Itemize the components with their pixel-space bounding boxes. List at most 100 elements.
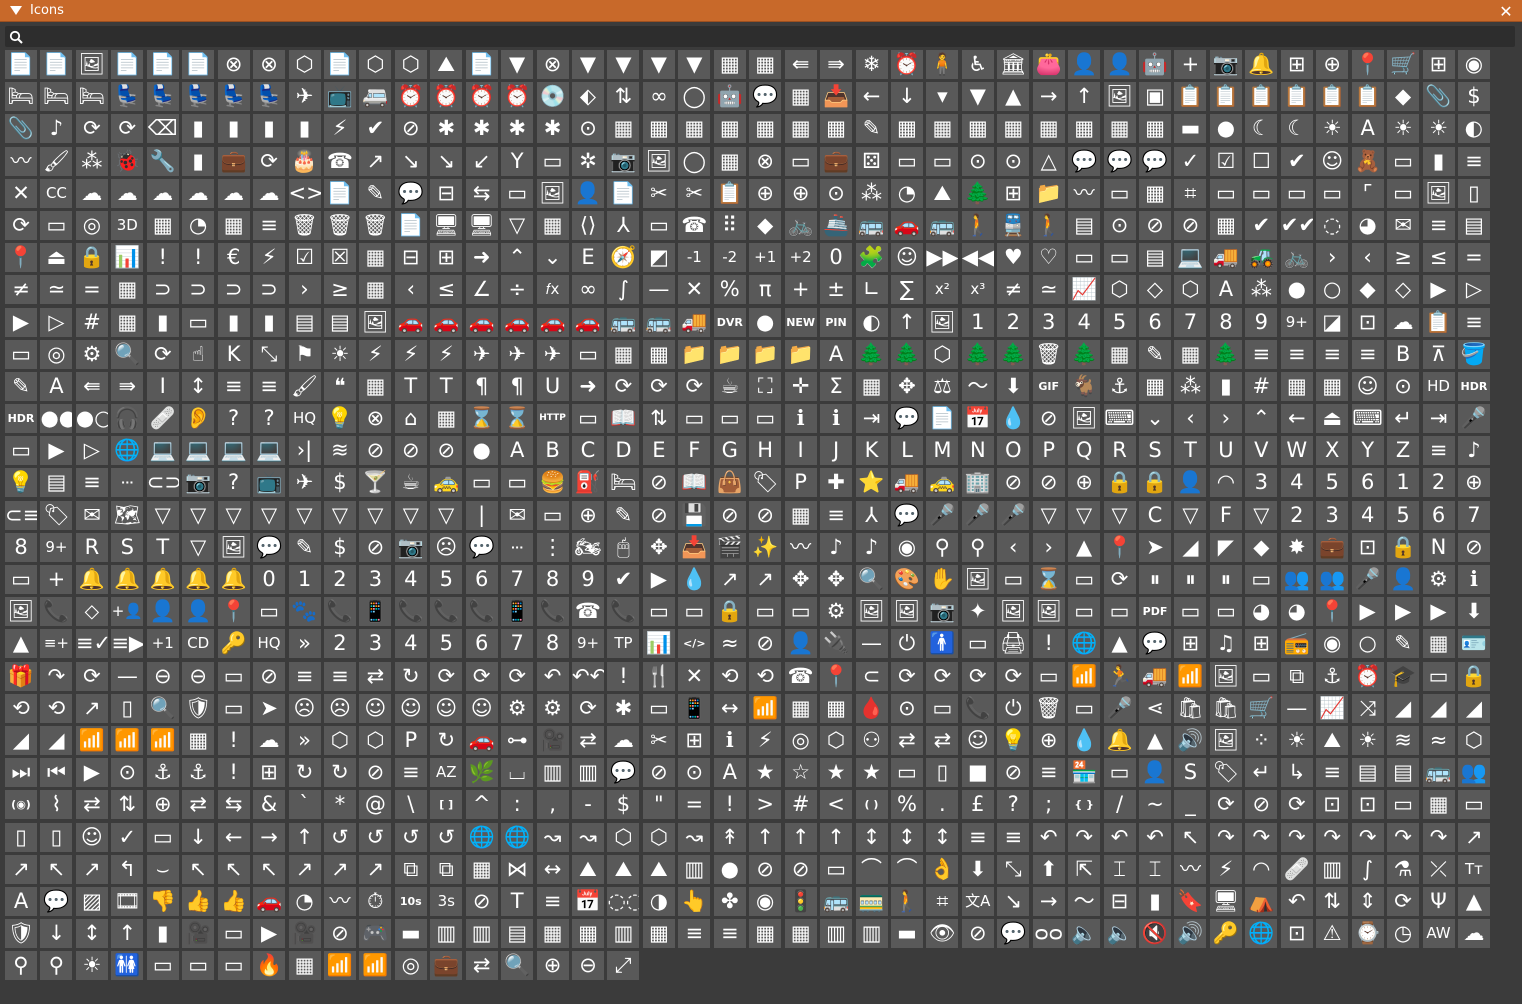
icon-cell[interactable]: 🖼: [75, 50, 108, 79]
icon-cell[interactable]: 2: [1280, 500, 1313, 530]
icon-cell[interactable]: ▼: [642, 50, 675, 79]
icon-cell[interactable]: ≋: [323, 436, 356, 466]
icon-cell[interactable]: 🍸: [359, 468, 392, 498]
icon-cell[interactable]: ☝: [182, 339, 215, 369]
icon-cell[interactable]: 🚗: [536, 307, 569, 337]
icon-cell[interactable]: ⚡: [323, 114, 356, 144]
icon-cell[interactable]: ⊘: [1245, 790, 1278, 820]
icon-cell[interactable]: →: [1032, 886, 1065, 916]
icon-cell[interactable]: ↖: [40, 854, 73, 884]
icon-cell[interactable]: ≡: [217, 371, 250, 401]
icon-cell[interactable]: ⇅: [111, 790, 144, 820]
icon-cell[interactable]: 📞: [394, 597, 427, 627]
icon-cell[interactable]: ⬡: [820, 725, 853, 755]
icon-cell[interactable]: ↻: [430, 725, 463, 755]
icon-cell[interactable]: 🏷: [749, 468, 782, 498]
icon-cell[interactable]: ◇: [1139, 275, 1171, 305]
icon-cell[interactable]: ◔: [182, 210, 215, 240]
icon-cell[interactable]: ⊙: [997, 146, 1030, 176]
icon-cell[interactable]: 📋: [1209, 82, 1242, 112]
icon-cell[interactable]: ▭: [1103, 758, 1136, 788]
icon-cell[interactable]: ▮: [217, 114, 250, 144]
icon-cell[interactable]: ⛰: [607, 854, 640, 884]
icon-cell[interactable]: ⇄: [182, 790, 215, 820]
icon-cell[interactable]: 🌲: [855, 339, 888, 369]
icon-cell[interactable]: Y: [1351, 436, 1384, 466]
icon-cell[interactable]: 🎤: [1457, 404, 1490, 434]
icon-cell[interactable]: ⇄: [359, 661, 392, 691]
icon-cell[interactable]: ⌛: [465, 404, 498, 434]
icon-cell[interactable]: ↟: [713, 822, 746, 852]
icon-cell[interactable]: 📍: [1316, 597, 1349, 627]
icon-cell[interactable]: ⏭: [5, 758, 37, 788]
icon-cell[interactable]: 👤: [784, 629, 817, 659]
icon-cell[interactable]: 💬: [890, 500, 923, 530]
icon-cell[interactable]: CC: [40, 178, 73, 208]
icon-cell[interactable]: C: [1139, 500, 1171, 530]
icon-cell[interactable]: 👤: [1174, 468, 1207, 498]
icon-cell[interactable]: ❝: [323, 371, 356, 401]
icon-cell[interactable]: 🔔: [1103, 725, 1136, 755]
icon-cell[interactable]: 🧍: [926, 50, 959, 79]
icon-cell[interactable]: ✤: [713, 886, 746, 916]
icon-cell[interactable]: 🚗: [394, 307, 427, 337]
icon-cell[interactable]: 🖥: [1209, 886, 1242, 916]
icon-cell[interactable]: !: [1032, 629, 1065, 659]
icon-cell[interactable]: ▥: [1316, 854, 1349, 884]
icon-cell[interactable]: 🖼: [890, 597, 923, 627]
icon-cell[interactable]: ◤: [1209, 532, 1242, 562]
icon-cell[interactable]: 🌲: [1209, 339, 1242, 369]
icon-cell[interactable]: ◉: [749, 886, 782, 916]
icon-cell[interactable]: 🛡: [5, 919, 37, 949]
icon-cell[interactable]: ☀: [75, 951, 108, 981]
icon-cell[interactable]: ↝: [536, 822, 569, 852]
icon-cell[interactable]: ☁: [111, 178, 144, 208]
icon-cell[interactable]: 🔒: [1103, 468, 1136, 498]
icon-cell[interactable]: ⬡: [926, 339, 959, 369]
icon-cell[interactable]: ⌶: [1139, 854, 1171, 884]
icon-cell[interactable]: ✂: [678, 178, 711, 208]
icon-cell[interactable]: ⌗: [926, 886, 959, 916]
icon-cell[interactable]: ↕: [855, 822, 888, 852]
icon-cell[interactable]: ⌨: [1351, 404, 1384, 434]
icon-cell[interactable]: 🚚: [1209, 243, 1242, 273]
icon-cell[interactable]: 🗺: [111, 500, 144, 530]
icon-cell[interactable]: ▦: [642, 114, 675, 144]
icon-cell[interactable]: ⇅: [1316, 886, 1349, 916]
icon-cell[interactable]: ⛰: [1316, 725, 1349, 755]
icon-cell[interactable]: ⧉: [430, 854, 463, 884]
icon-cell[interactable]: ☒: [323, 243, 356, 273]
icon-cell[interactable]: ✱: [465, 114, 498, 144]
icon-cell[interactable]: ◠: [1209, 468, 1242, 498]
icon-cell[interactable]: ⟳: [1387, 886, 1420, 916]
icon-cell[interactable]: 📷: [926, 597, 959, 627]
icon-cell[interactable]: !: [713, 790, 746, 820]
icon-cell[interactable]: ▭: [5, 436, 37, 466]
icon-cell[interactable]: ~: [1139, 790, 1171, 820]
icon-cell[interactable]: 📶: [359, 951, 392, 981]
icon-cell[interactable]: ▯: [111, 693, 144, 723]
icon-cell[interactable]: ≃: [1032, 275, 1065, 305]
icon-cell[interactable]: ◔: [288, 886, 321, 916]
icon-cell[interactable]: ●: [749, 307, 782, 337]
icon-cell[interactable]: 4: [1280, 468, 1313, 498]
icon-cell[interactable]: ⚓: [1103, 371, 1136, 401]
icon-cell[interactable]: ›: [1316, 243, 1349, 273]
icon-cell[interactable]: 🛏: [5, 82, 37, 112]
icon-cell[interactable]: ⊕: [572, 500, 604, 530]
icon-cell[interactable]: TP: [607, 629, 640, 659]
icon-cell[interactable]: ⁂: [855, 178, 888, 208]
icon-cell[interactable]: ↓: [182, 822, 215, 852]
icon-cell[interactable]: 📋: [1422, 307, 1455, 337]
icon-cell[interactable]: ⊙: [961, 146, 994, 176]
icon-cell[interactable]: 💬: [465, 532, 498, 562]
icon-cell[interactable]: ◩: [642, 243, 675, 273]
icon-cell[interactable]: 💬: [997, 919, 1030, 949]
icon-cell[interactable]: 👆: [678, 886, 711, 916]
icon-cell[interactable]: ≥: [323, 275, 356, 305]
icon-cell[interactable]: ▦: [642, 339, 675, 369]
icon-cell[interactable]: ≃: [40, 275, 73, 305]
icon-cell[interactable]: ☀: [323, 339, 356, 369]
icon-cell[interactable]: T: [146, 532, 179, 562]
icon-cell[interactable]: ●: [713, 854, 746, 884]
